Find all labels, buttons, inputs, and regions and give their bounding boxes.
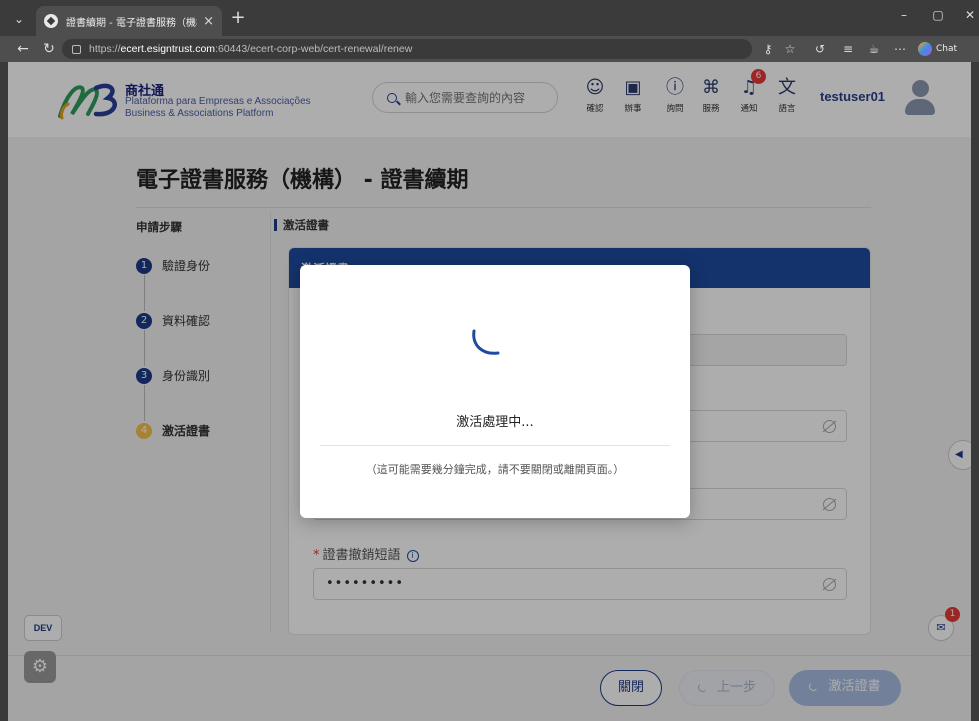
url-text: https://ecert.esigntrust.com:60443/ecert… [89, 43, 413, 55]
tab-actions-chevron-icon[interactable]: ⌄ [8, 9, 30, 29]
processing-message: 激活處理中... [456, 415, 534, 430]
processing-note: （這可能需要幾分鐘完成，請不要關閉或離開頁面。） [365, 463, 625, 476]
url-field[interactable]: https://ecert.esigntrust.com:60443/ecert… [62, 39, 752, 59]
modal-divider [320, 445, 670, 446]
browser-tab-bar: ⌄ 證書續期 - 電子證書服務（機構） × + – ▢ ✕ [0, 0, 979, 36]
favorite-star-icon[interactable]: ☆ [782, 41, 798, 57]
processing-dialog: 激活處理中... （這可能需要幾分鐘完成，請不要關閉或離開頁面。） [300, 265, 690, 518]
copilot-logo-icon [918, 42, 932, 56]
browser-address-bar: ← ↻ https://ecert.esigntrust.com:60443/e… [0, 36, 979, 62]
window-close-icon[interactable]: ✕ [960, 8, 979, 22]
refresh-icon[interactable]: ↻ [40, 40, 58, 58]
tab-title: 證書續期 - 電子證書服務（機構） [66, 17, 197, 29]
new-tab-button[interactable]: + [228, 8, 248, 28]
more-menu-icon[interactable]: ⋯ [892, 41, 908, 57]
tab-close-icon[interactable]: × [203, 14, 214, 29]
favorites-list-icon[interactable]: ≡ [840, 41, 856, 57]
extension-cup-icon[interactable]: ☕ [866, 41, 882, 57]
site-favicon-icon [44, 14, 58, 28]
copilot-chat-button[interactable]: Chat [918, 40, 957, 58]
minimize-icon[interactable]: – [894, 8, 914, 22]
maximize-icon[interactable]: ▢ [928, 8, 948, 22]
lock-icon [72, 44, 81, 54]
loading-spinner-icon [472, 329, 500, 355]
chat-label: Chat [936, 44, 958, 54]
back-icon[interactable]: ← [14, 40, 32, 58]
page-viewport: 商社通 Plataforma para Empresas e Associaçõ… [8, 62, 971, 721]
refresh-extension-icon[interactable]: ↺ [812, 41, 828, 57]
browser-tab-active[interactable]: 證書續期 - 電子證書服務（機構） × [36, 6, 222, 36]
key-icon[interactable]: ⚷ [760, 41, 776, 57]
